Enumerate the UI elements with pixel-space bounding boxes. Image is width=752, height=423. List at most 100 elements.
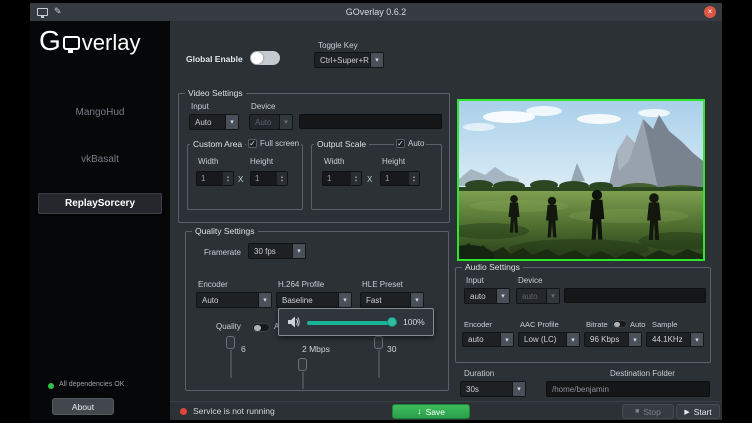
chevron-down-icon: ▾ — [628, 333, 641, 346]
volume-slider-handle[interactable] — [387, 317, 397, 327]
dependencies-ok-dot — [48, 383, 54, 389]
quality-max-slider-handle[interactable] — [374, 336, 383, 349]
dimension-x-separator: X — [238, 175, 243, 184]
window-title: GOverlay 0.6.2 — [30, 7, 722, 17]
audio-device-select[interactable]: auto ▾ — [516, 288, 560, 304]
save-button[interactable]: ↓ Save — [392, 404, 470, 419]
bitrate-slider-handle[interactable] — [298, 358, 307, 371]
audio-encoder-label: Encoder — [464, 320, 492, 329]
global-enable-label: Global Enable — [186, 54, 243, 64]
start-button[interactable]: ▶ Start — [676, 404, 720, 419]
sidebar-item-replaysorcery[interactable]: ReplaySorcery — [38, 193, 162, 214]
download-icon: ↓ — [417, 407, 422, 416]
spin-arrows-icon: ▴▾ — [277, 172, 287, 185]
toggle-key-select[interactable]: Ctrl+Super+R ▾ — [314, 52, 384, 68]
destination-folder-label: Destination Folder — [610, 369, 675, 378]
duration-select[interactable]: 30s ▾ — [460, 381, 526, 397]
spin-arrows-icon: ▴▾ — [409, 172, 419, 185]
chevron-down-icon: ▾ — [292, 244, 305, 258]
app-logo: G verlay — [39, 25, 140, 57]
chevron-down-icon: ▾ — [496, 289, 509, 303]
chevron-down-icon: ▾ — [410, 293, 423, 307]
video-device-field[interactable] — [299, 114, 442, 129]
custom-area-height-spinbox[interactable]: 1 ▴▾ — [250, 171, 288, 186]
sidebar-item-mangohud[interactable]: MangoHud — [30, 107, 170, 118]
sidebar: G verlay MangoHud vkBasalt ReplaySorcery… — [30, 21, 170, 420]
quality-settings-group: Quality Settings Framerate 30 fps ▾ Enco… — [185, 231, 449, 391]
quality-max-value: 30 — [387, 344, 396, 354]
output-scale-height-spinbox[interactable]: 1 ▴▾ — [380, 171, 420, 186]
quality-min-slider-handle[interactable] — [226, 336, 235, 349]
spin-arrows-icon: ▴▾ — [351, 172, 361, 185]
encoder-label: Encoder — [198, 280, 228, 289]
checkbox-icon: ✓ — [396, 139, 405, 148]
chevron-down-icon: ▾ — [546, 289, 559, 303]
spin-arrows-icon: ▴▾ — [223, 172, 233, 185]
main-panel: Global Enable Toggle Key Ctrl+Super+R ▾ … — [170, 21, 722, 420]
custom-area-height-label: Height — [250, 157, 273, 166]
bitrate-auto-toggle[interactable] — [612, 320, 627, 328]
toggle-knob — [251, 52, 263, 64]
video-device-select[interactable]: Auto ▾ — [249, 114, 293, 130]
volume-slider-track[interactable] — [307, 321, 397, 325]
duration-label: Duration — [464, 369, 494, 378]
bitrate-label: Bitrate — [586, 320, 608, 329]
aac-profile-select[interactable]: Low (LC) ▾ — [518, 332, 580, 347]
volume-popup: 100% — [278, 308, 434, 336]
quality-auto-toggle[interactable] — [252, 323, 270, 332]
dimension-x-separator: X — [367, 175, 372, 184]
quality-min-value: 6 — [241, 344, 246, 354]
bitrate-auto-label: Auto — [630, 320, 645, 329]
encoder-select[interactable]: Auto ▾ — [196, 292, 272, 308]
chevron-down-icon: ▾ — [512, 382, 525, 396]
custom-area-width-label: Width — [198, 157, 218, 166]
dependencies-status: All dependencies OK — [59, 381, 124, 388]
output-scale-auto-checkbox[interactable]: ✓ Auto — [394, 138, 426, 149]
audio-device-field[interactable] — [564, 288, 706, 303]
h264-profile-label: H.264 Profile — [278, 280, 324, 289]
service-status-dot — [180, 408, 187, 415]
chevron-down-icon: ▾ — [566, 333, 579, 346]
quality-settings-title: Quality Settings — [192, 226, 258, 236]
video-input-select[interactable]: Auto ▾ — [189, 114, 239, 130]
global-enable-toggle[interactable] — [250, 51, 280, 65]
custom-area-width-spinbox[interactable]: 1 ▴▾ — [196, 171, 234, 186]
play-icon: ▶ — [684, 408, 689, 416]
framerate-select[interactable]: 30 fps ▾ — [248, 243, 306, 259]
about-button[interactable]: About — [52, 398, 114, 415]
toggle-knob — [614, 322, 620, 328]
audio-device-label: Device — [518, 276, 542, 285]
game-preview-image — [457, 99, 705, 261]
chevron-down-icon: ▾ — [370, 53, 383, 67]
footer-bar: Service is not running ↓ Save ■ Stop ▶ S… — [170, 401, 722, 420]
hle-preset-select[interactable]: Fast ▾ — [360, 292, 424, 308]
output-scale-width-label: Width — [324, 157, 344, 166]
bitrate-value: 2 Mbps — [302, 344, 330, 354]
logo-text-rest: verlay — [82, 30, 141, 56]
bitrate-select[interactable]: 96 Kbps ▾ — [584, 332, 642, 347]
audio-settings-group: Audio Settings Input auto ▾ Device auto … — [455, 267, 711, 363]
output-scale-height-label: Height — [382, 157, 405, 166]
output-scale-width-spinbox[interactable]: 1 ▴▾ — [322, 171, 362, 186]
stop-button[interactable]: ■ Stop — [622, 404, 674, 419]
slider-groove — [302, 372, 304, 389]
audio-input-select[interactable]: auto ▾ — [464, 288, 510, 304]
video-input-label: Input — [191, 102, 209, 111]
slider-groove — [230, 350, 232, 378]
titlebar: ✎ GOverlay 0.6.2 × — [30, 3, 722, 21]
audio-encoder-select[interactable]: auto ▾ — [462, 332, 514, 347]
destination-folder-field[interactable]: /home/benjamin — [546, 381, 710, 397]
fullscreen-checkbox[interactable]: ✓ Full screen — [246, 138, 301, 149]
chevron-down-icon: ▾ — [690, 333, 703, 346]
sample-select[interactable]: 44.1KHz ▾ — [646, 332, 704, 347]
speaker-icon — [287, 315, 301, 334]
video-settings-group: Video Settings Input Auto ▾ Device Auto … — [178, 93, 450, 223]
h264-profile-select[interactable]: Baseline ▾ — [276, 292, 352, 308]
chevron-down-icon: ▾ — [258, 293, 271, 307]
video-settings-title: Video Settings — [185, 88, 246, 98]
sidebar-item-vkbasalt[interactable]: vkBasalt — [30, 154, 170, 165]
close-icon[interactable]: × — [704, 6, 716, 18]
sample-label: Sample — [652, 320, 677, 329]
custom-area-title: Custom Area — [190, 139, 245, 149]
chevron-down-icon: ▾ — [225, 115, 238, 129]
